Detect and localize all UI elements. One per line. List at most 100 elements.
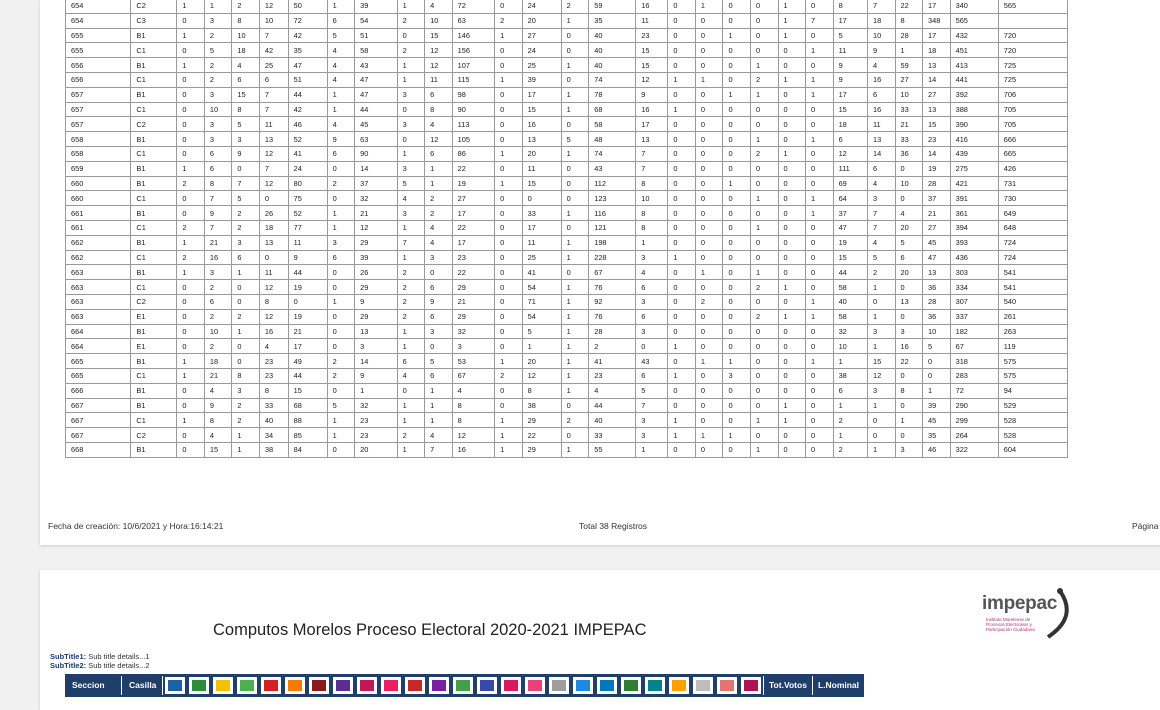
- table-cell: 4: [894, 205, 924, 221]
- table-cell: 2: [176, 175, 205, 192]
- table-cell: 1: [722, 175, 751, 192]
- table-cell: 10: [894, 175, 924, 192]
- table-cell: 9: [866, 42, 896, 59]
- table-cell: 1: [805, 86, 834, 103]
- table-cell: 54: [521, 308, 562, 325]
- table-cell: 1: [560, 293, 590, 310]
- table-cell: 17: [451, 234, 496, 251]
- table-cell: 0: [694, 205, 724, 221]
- table-cell: 393: [949, 234, 999, 251]
- table-cell: 0: [494, 205, 523, 221]
- table-cell: 3: [231, 382, 260, 399]
- subtitles: SubTitle1: Sub title details...1 SubTitl…: [50, 652, 150, 670]
- table-cell: 1: [777, 71, 807, 88]
- table-cell: 4: [326, 42, 356, 59]
- table-cell: 15: [521, 175, 562, 192]
- table-cell: 0: [805, 382, 834, 399]
- table-cell: 1: [667, 412, 696, 429]
- table-cell: 22: [451, 160, 496, 177]
- table-cell: 15: [287, 382, 328, 399]
- table-cell: 2: [866, 264, 896, 281]
- table-cell: 12: [258, 175, 289, 192]
- table-cell: 84: [287, 441, 328, 458]
- table-cell: 6: [635, 308, 669, 325]
- creation-date: Fecha de creación: 10/6/2021 y Hora:16:1…: [48, 521, 224, 531]
- table-row: 661 B1 0 9 2 26 52 1 21 3 2 17 0 33 1 116 8 0 0 0 0 0 1 37 7 4 21 3…: [64, 205, 1069, 221]
- table-cell: 575: [997, 367, 1069, 384]
- table-cell: 1: [560, 308, 590, 325]
- table-cell: 1: [805, 42, 834, 59]
- table-cell: 69: [832, 175, 868, 192]
- table-cell: 37: [354, 175, 398, 192]
- table-cell: 0: [494, 116, 523, 133]
- table-cell: 0: [176, 12, 205, 29]
- table-cell: 725: [997, 57, 1069, 73]
- table-cell: 1: [396, 338, 426, 355]
- table-cell: 0: [396, 131, 426, 147]
- table-cell: 0: [176, 427, 205, 443]
- table-cell: 0: [805, 264, 834, 281]
- table-cell: 0: [494, 264, 523, 281]
- table-cell: 263: [997, 323, 1069, 340]
- table-cell: 2: [749, 145, 779, 162]
- table-cell: 26: [258, 205, 289, 221]
- table-cell: 0: [694, 249, 724, 266]
- table-cell: 0: [866, 412, 896, 429]
- table-cell: 1: [667, 338, 696, 355]
- table-cell: 0: [326, 190, 356, 207]
- table-cell: 1: [424, 175, 453, 192]
- table-cell: 565: [949, 12, 999, 29]
- table-cell: 0: [494, 234, 523, 251]
- table-cell: 78: [588, 86, 637, 103]
- table-cell: 58: [588, 116, 637, 133]
- table-cell: 44: [354, 101, 398, 118]
- logo-subtext: Instituto Morelense de Procesos Electora…: [986, 617, 1035, 632]
- table-cell: 4: [203, 427, 233, 443]
- table-cell: 8: [894, 12, 924, 29]
- table-cell: 27: [922, 219, 951, 236]
- table-cell: 2: [231, 219, 260, 236]
- table-cell: 3: [231, 131, 260, 147]
- table-cell: 3: [203, 86, 233, 103]
- table-cell: 0: [560, 219, 590, 236]
- table-cell: 13: [922, 264, 951, 281]
- table-cell: B1: [130, 27, 178, 44]
- table-cell: 1: [424, 397, 453, 414]
- table-cell: 107: [451, 57, 496, 73]
- table-cell: 94: [997, 382, 1069, 399]
- table-cell: 0: [635, 338, 669, 355]
- table-cell: 0: [749, 323, 779, 340]
- table-cell: 0: [805, 397, 834, 414]
- table-cell: 71: [521, 293, 562, 310]
- table-cell: 8: [832, 0, 868, 14]
- table-cell: 666: [997, 131, 1069, 147]
- table-cell: 0: [722, 71, 751, 88]
- table-cell: 37: [922, 190, 951, 207]
- table-cell: 4: [396, 367, 426, 384]
- table-cell: 2: [203, 338, 233, 355]
- table-cell: 0: [805, 323, 834, 340]
- table-cell: 1: [176, 0, 205, 14]
- party-22-logo-icon: [669, 677, 689, 694]
- table-cell: 6: [894, 249, 924, 266]
- table-cell: 0: [805, 441, 834, 458]
- report-page-1: 654 C2 1 1 2 12 50 1 39 1 4 72 0 24 2 59 16 0 1 0 0 1 0 8 7 22 17 3…: [40, 0, 1160, 545]
- table-cell: 0: [667, 441, 696, 458]
- table-cell: 16: [635, 0, 669, 14]
- table-cell: 7: [231, 175, 260, 192]
- report-page-2: Computos Morelos Proceso Electoral 2020-…: [40, 570, 1160, 710]
- table-cell: 439: [949, 145, 999, 162]
- table-cell: 58: [832, 279, 868, 295]
- table-cell: B1: [130, 175, 178, 192]
- table-cell: 1: [749, 264, 779, 281]
- table-cell: 17: [922, 0, 951, 14]
- table-cell: B1: [130, 86, 178, 103]
- table-cell: 12: [258, 279, 289, 295]
- table-cell: 528: [997, 427, 1069, 443]
- table-cell: 1: [922, 382, 951, 399]
- table-cell: 1: [805, 71, 834, 88]
- table-cell: 0: [326, 323, 356, 340]
- party-25-logo-icon: [741, 677, 761, 694]
- table-cell: 1: [396, 397, 426, 414]
- table-cell: 0: [777, 293, 807, 310]
